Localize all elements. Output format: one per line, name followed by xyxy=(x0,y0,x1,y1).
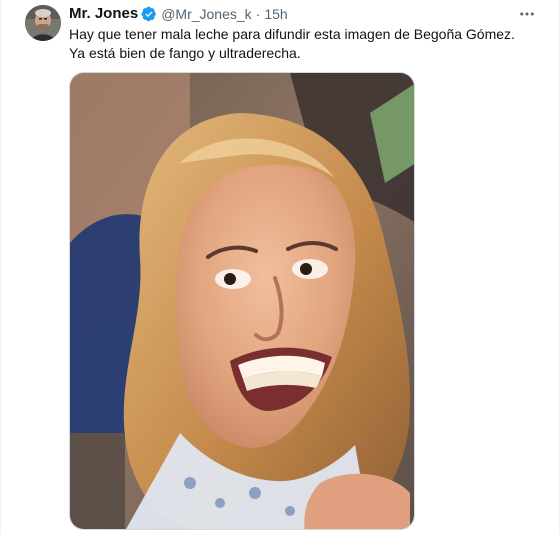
author-name[interactable]: Mr. Jones xyxy=(69,5,138,23)
tweet-media-photo[interactable] xyxy=(69,72,415,530)
tweet-header: Mr. Jones @Mr_Jones_k · 15h xyxy=(69,5,288,23)
photo-illustration xyxy=(70,73,414,529)
avatar-image xyxy=(25,5,61,41)
tweet-text-line-1: Hay que tener mala leche para difundir e… xyxy=(69,26,515,42)
more-options-icon[interactable] xyxy=(517,4,537,24)
header-separator: · xyxy=(255,6,261,22)
tweet[interactable]: Mr. Jones @Mr_Jones_k · 15h Hay que tene… xyxy=(0,0,560,535)
tweet-text: Hay que tener mala leche para difundir e… xyxy=(69,25,539,63)
tweet-timestamp[interactable]: 15h xyxy=(264,5,287,23)
author-handle[interactable]: @Mr_Jones_k xyxy=(161,5,251,23)
verified-badge-icon xyxy=(141,6,157,22)
avatar[interactable] xyxy=(25,5,61,41)
tweet-text-line-2: Ya está bien de fango y ultraderecha. xyxy=(69,45,301,61)
